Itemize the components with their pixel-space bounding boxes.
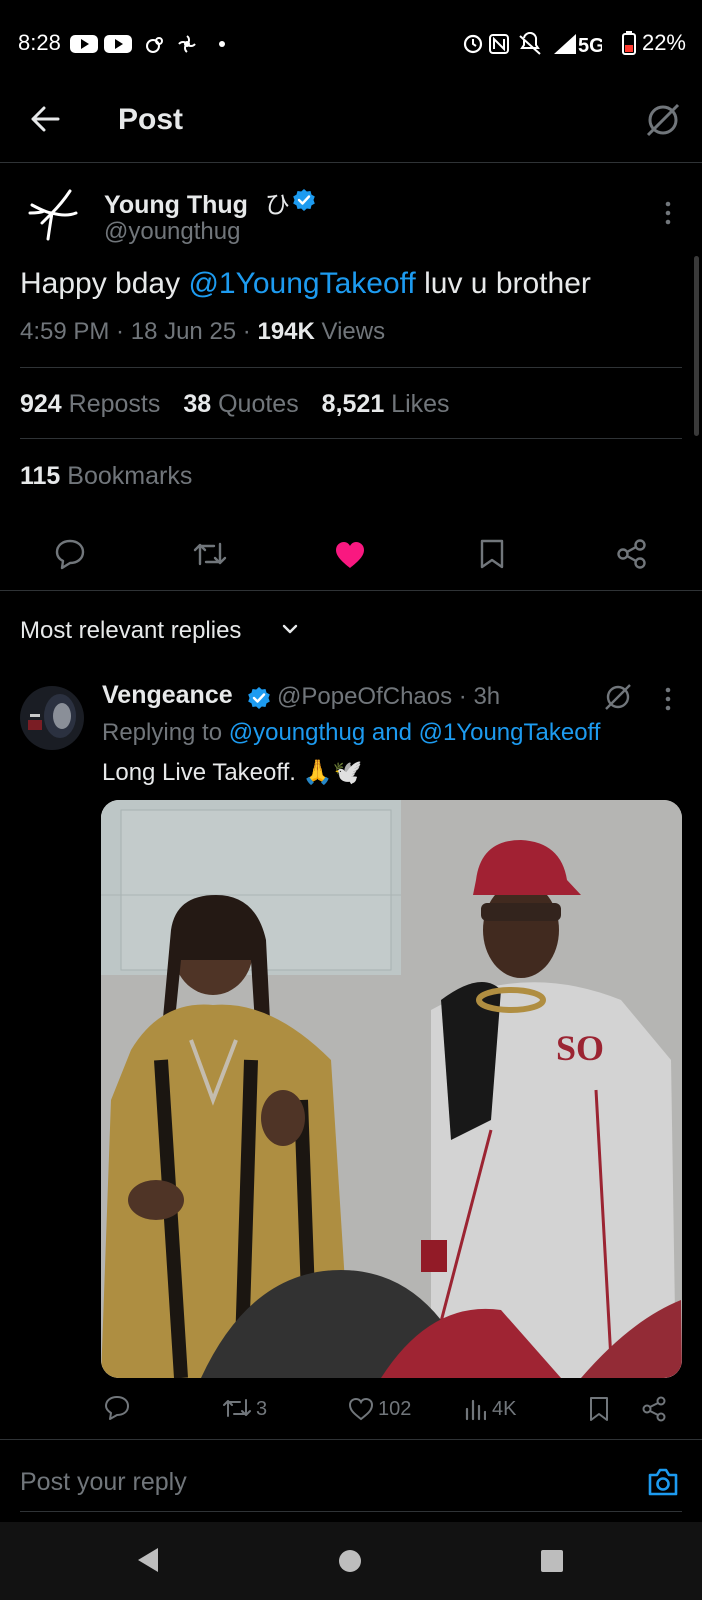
- network-label: 5G: [578, 35, 602, 56]
- reply-handle-time: @PopeOfChaos · 3h: [277, 683, 501, 710]
- author-name-text: Young Thug: [104, 191, 248, 219]
- page-title: Post: [118, 103, 184, 136]
- tweet-views-count: 194K: [257, 318, 315, 345]
- share-icon[interactable]: [616, 538, 648, 570]
- nav-recents-icon[interactable]: [540, 1549, 564, 1573]
- reply-time[interactable]: 3h: [473, 683, 500, 710]
- actions-divider: [0, 590, 702, 591]
- reply-compose-input[interactable]: Post your reply: [20, 1468, 187, 1497]
- reply-author-name[interactable]: Vengeance: [102, 681, 233, 710]
- replying-to: Replying to @youngthug and @1YoungTakeof…: [102, 719, 600, 747]
- reply-reply-icon[interactable]: [104, 1395, 130, 1421]
- reply-like-count: 102: [378, 1398, 412, 1420]
- header-divider: [0, 162, 702, 163]
- notification-icons: [70, 35, 225, 53]
- tweet-mention-link[interactable]: @1YoungTakeoff: [188, 267, 415, 300]
- quotes-stat[interactable]: 38 Quotes: [183, 390, 298, 418]
- camera-icon[interactable]: [647, 1467, 679, 1497]
- reply-text: Long Live Takeoff. 🙏🕊️: [102, 759, 363, 786]
- reply-grok-icon[interactable]: [604, 683, 632, 711]
- replies-sort-label: Most relevant replies: [20, 617, 242, 644]
- reply-verified-badge-icon: [248, 687, 270, 709]
- replying-to-targets[interactable]: @youngthug and @1YoungTakeoff: [229, 719, 601, 746]
- tweet-meta: 4:59 PM · 18 Jun 25 · 194K Views: [20, 318, 386, 345]
- reposts-stat[interactable]: 924 Reposts: [20, 390, 160, 418]
- battery-icon: [622, 31, 636, 55]
- tweet-views-label: Views: [314, 318, 386, 345]
- author-name[interactable]: Young Thug ひ: [104, 185, 290, 221]
- bookmarks-stat[interactable]: 115 Bookmarks: [20, 462, 192, 491]
- replying-to-label: Replying to: [102, 719, 229, 746]
- back-arrow-icon[interactable]: [30, 105, 60, 133]
- stats-divider-mid: [20, 438, 682, 439]
- scrollbar[interactable]: [694, 256, 699, 436]
- engagement-stats: 924 Reposts 38 Quotes 8,521 Likes: [20, 390, 466, 419]
- reply-share-icon[interactable]: [641, 1396, 667, 1422]
- status-time: 8:28: [18, 30, 61, 55]
- tweet-text-suffix: luv u brother: [415, 267, 591, 300]
- replies-sort-dropdown[interactable]: Most relevant replies: [20, 617, 241, 645]
- reply-author-handle[interactable]: @PopeOfChaos: [277, 683, 452, 710]
- grok-icon[interactable]: [645, 102, 681, 138]
- verified-badge-icon: [293, 189, 315, 211]
- nav-home-icon[interactable]: [338, 1549, 362, 1573]
- stats-divider-top: [20, 367, 682, 368]
- compose-underline: [20, 1511, 682, 1512]
- reply-repost-count: 3: [256, 1398, 268, 1420]
- reply-more-options-icon[interactable]: [664, 687, 672, 711]
- reply-icon[interactable]: [54, 538, 86, 570]
- reply-author-avatar[interactable]: [20, 686, 84, 750]
- reply-like-icon[interactable]: [348, 1397, 374, 1421]
- tweet-time[interactable]: 4:59 PM: [20, 318, 109, 345]
- chevron-down-icon[interactable]: [282, 623, 298, 635]
- reply-repost-icon[interactable]: [222, 1396, 252, 1420]
- system-nav-bar: [0, 1522, 702, 1600]
- likes-stat[interactable]: 8,521 Likes: [322, 390, 450, 418]
- reply-views-count: 4K: [492, 1398, 517, 1420]
- tweet-date[interactable]: 18 Jun 25: [131, 318, 236, 345]
- status-bar: 8:28 5G 22%: [0, 0, 702, 86]
- reply-photo[interactable]: SO: [101, 800, 682, 1378]
- author-handle[interactable]: @youngthug: [104, 218, 240, 246]
- reply-photo-illustration: SO: [101, 800, 682, 1378]
- reply-divider: [0, 1439, 702, 1440]
- author-name-glyph: ひ: [264, 191, 290, 219]
- nav-back-icon[interactable]: [136, 1546, 160, 1574]
- more-options-icon[interactable]: [664, 200, 672, 226]
- tweet-text-prefix: Happy bday: [20, 267, 189, 300]
- tweet-text: Happy bday @1YoungTakeoff luv u brother: [20, 267, 591, 301]
- author-avatar[interactable]: [22, 183, 82, 243]
- bookmark-icon[interactable]: [479, 538, 505, 570]
- battery-percent: 22%: [641, 30, 686, 55]
- reply-views-icon[interactable]: [464, 1397, 486, 1421]
- like-icon-filled[interactable]: [334, 540, 366, 570]
- system-status-icons: 5G: [463, 32, 602, 56]
- reply-bookmark-icon[interactable]: [588, 1396, 610, 1422]
- repost-icon[interactable]: [192, 538, 228, 570]
